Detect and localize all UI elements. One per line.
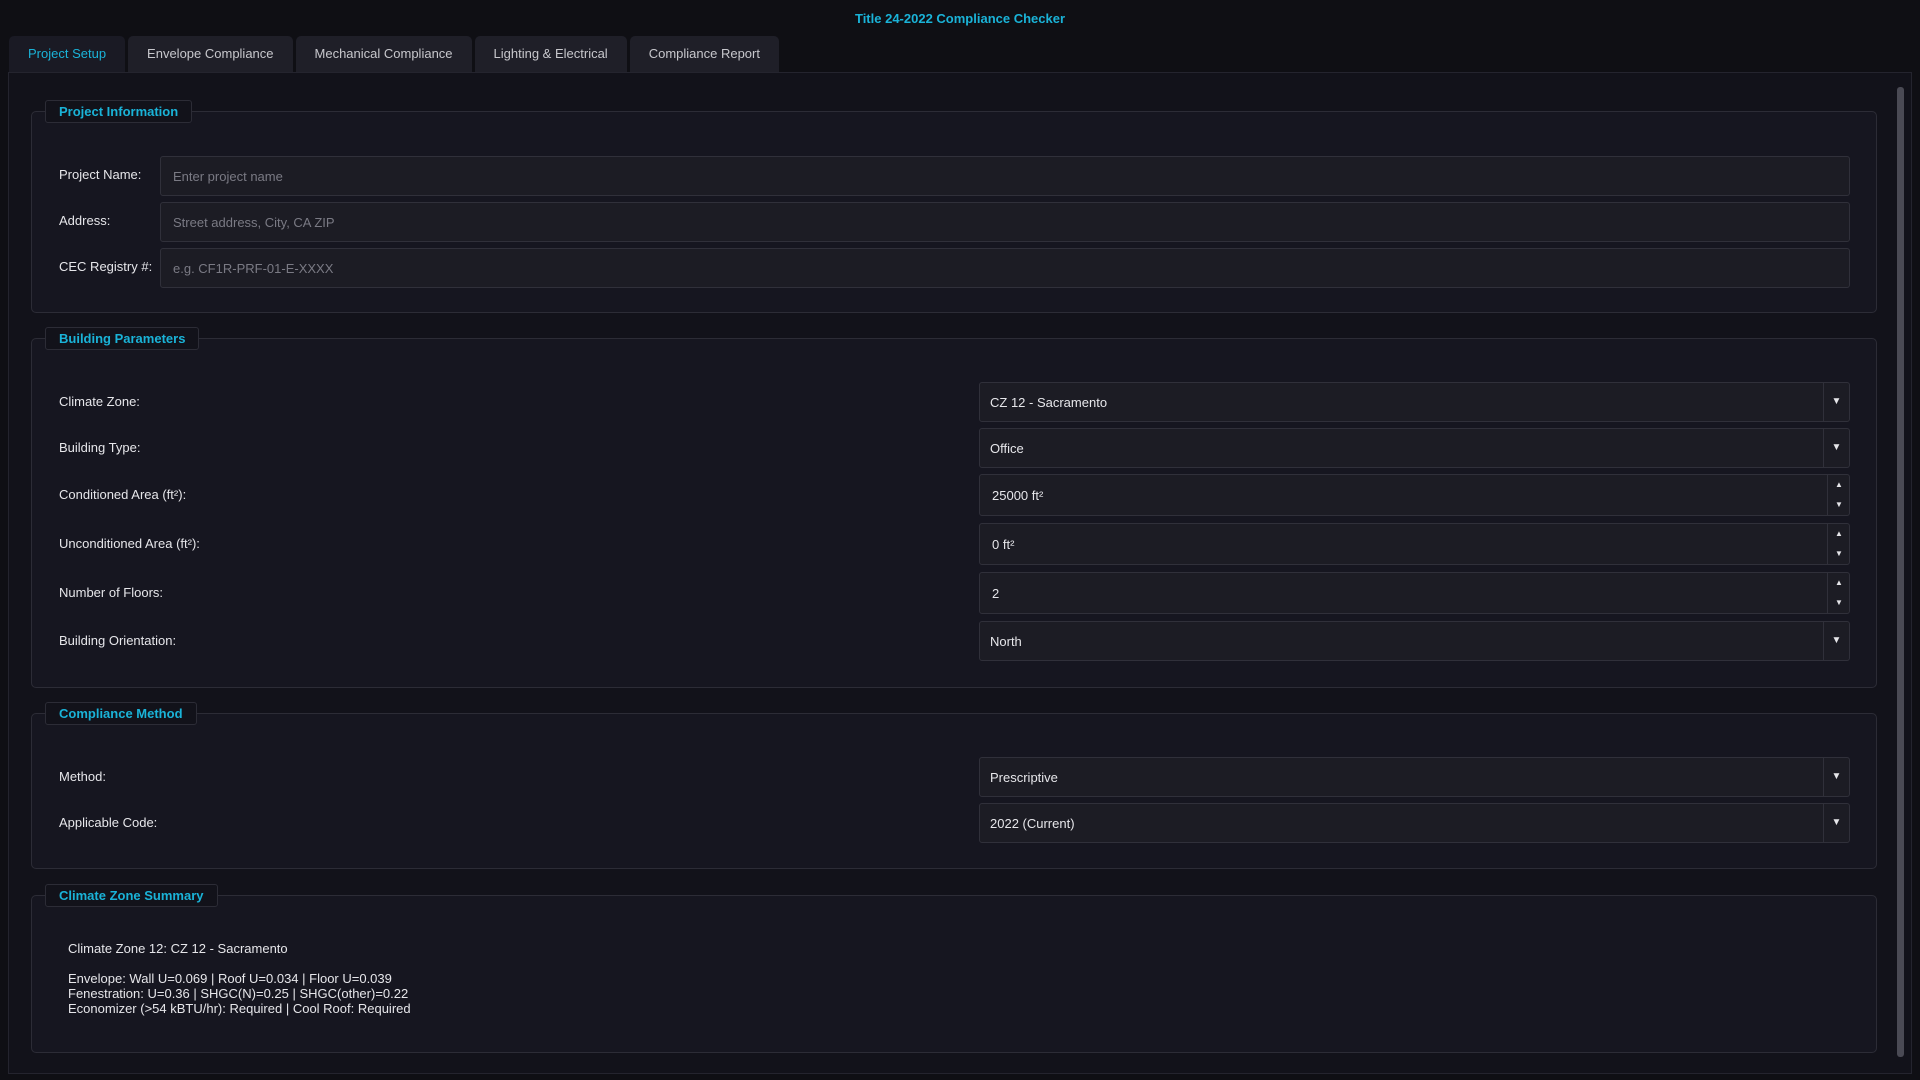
tab-envelope-compliance[interactable]: Envelope Compliance	[128, 36, 293, 72]
unconditioned-area-spinbox[interactable]: 0 ft² ▲ ▼	[979, 523, 1850, 565]
tab-bar: Project Setup Envelope Compliance Mechan…	[9, 36, 779, 72]
summary-envelope-line: Envelope: Wall U=0.069 | Roof U=0.034 | …	[68, 971, 392, 986]
group-title-compliance-method: Compliance Method	[45, 702, 197, 725]
climate-zone-value: CZ 12 - Sacramento	[990, 395, 1108, 410]
conditioned-area-spinbox[interactable]: 25000 ft² ▲ ▼	[979, 474, 1850, 516]
summary-fenestration-line: Fenestration: U=0.36 | SHGC(N)=0.25 | SH…	[68, 986, 409, 1001]
chevron-down-icon[interactable]: ▼	[1823, 622, 1849, 660]
summary-economizer-line: Economizer (>54 kBTU/hr): Required | Coo…	[68, 1001, 411, 1016]
cec-registry-label: CEC Registry #:	[59, 259, 153, 274]
method-label: Method:	[59, 769, 106, 784]
applicable-code-select[interactable]: 2022 (Current) ▼	[979, 803, 1850, 843]
tab-lighting-electrical[interactable]: Lighting & Electrical	[474, 36, 627, 72]
decrement-arrow-icon[interactable]: ▼	[1828, 593, 1850, 613]
group-title-project-information: Project Information	[45, 100, 193, 123]
group-title-building-parameters: Building Parameters	[45, 327, 200, 350]
unconditioned-area-label: Unconditioned Area (ft²):	[59, 536, 200, 551]
conditioned-area-value: 25000 ft²	[992, 488, 1044, 503]
chevron-down-icon[interactable]: ▼	[1823, 383, 1849, 421]
climate-zone-summary-group: Climate Zone Summary Climate Zone 12: CZ…	[31, 884, 1877, 1053]
method-value: Prescriptive	[990, 770, 1058, 785]
spin-buttons: ▲ ▼	[1827, 475, 1849, 515]
number-of-floors-label: Number of Floors:	[59, 585, 164, 600]
cec-registry-input[interactable]	[160, 248, 1850, 288]
address-label: Address:	[59, 213, 111, 228]
chevron-down-icon[interactable]: ▼	[1823, 804, 1849, 842]
chevron-down-icon[interactable]: ▼	[1823, 758, 1849, 796]
increment-arrow-icon[interactable]: ▲	[1828, 573, 1850, 593]
tab-mechanical-compliance[interactable]: Mechanical Compliance	[295, 36, 472, 72]
group-title-climate-zone-summary: Climate Zone Summary	[45, 884, 218, 907]
conditioned-area-label: Conditioned Area (ft²):	[59, 487, 187, 502]
spin-buttons: ▲ ▼	[1827, 573, 1849, 613]
app-title: Title 24-2022 Compliance Checker	[854, 11, 1066, 26]
climate-zone-select[interactable]: CZ 12 - Sacramento ▼	[979, 382, 1850, 422]
app-window: Title 24-2022 Compliance Checker Project…	[0, 0, 1920, 1080]
increment-arrow-icon[interactable]: ▲	[1828, 524, 1850, 544]
method-select[interactable]: Prescriptive ▼	[979, 757, 1850, 797]
chevron-down-icon[interactable]: ▼	[1823, 429, 1849, 467]
building-orientation-select[interactable]: North ▼	[979, 621, 1850, 661]
unconditioned-area-value: 0 ft²	[992, 537, 1015, 552]
building-orientation-label: Building Orientation:	[59, 633, 177, 648]
project-information-group: Project Information Project Name: Addres…	[31, 100, 1877, 313]
address-input[interactable]	[160, 202, 1850, 242]
climate-zone-label: Climate Zone:	[59, 394, 140, 409]
number-of-floors-value: 2	[992, 586, 1000, 601]
building-parameters-group: Building Parameters Climate Zone: CZ 12 …	[31, 327, 1877, 688]
summary-heading: Climate Zone 12: CZ 12 - Sacramento	[68, 941, 288, 956]
building-type-value: Office	[990, 441, 1024, 456]
building-orientation-value: North	[990, 634, 1022, 649]
project-name-input[interactable]	[160, 156, 1850, 196]
scrollbar-thumb[interactable]	[1897, 87, 1904, 1057]
compliance-method-group: Compliance Method Method: Prescriptive ▼…	[31, 702, 1877, 869]
project-name-label: Project Name:	[59, 167, 142, 182]
scroll-area: Project Information Project Name: Addres…	[9, 73, 1889, 1073]
decrement-arrow-icon[interactable]: ▼	[1828, 495, 1850, 515]
decrement-arrow-icon[interactable]: ▼	[1828, 544, 1850, 564]
number-of-floors-spinbox[interactable]: 2 ▲ ▼	[979, 572, 1850, 614]
spin-buttons: ▲ ▼	[1827, 524, 1849, 564]
building-type-select[interactable]: Office ▼	[979, 428, 1850, 468]
applicable-code-value: 2022 (Current)	[990, 816, 1075, 831]
tab-panel: Project Information Project Name: Addres…	[8, 72, 1912, 1074]
building-type-label: Building Type:	[59, 440, 141, 455]
tab-compliance-report[interactable]: Compliance Report	[629, 36, 779, 72]
tab-project-setup[interactable]: Project Setup	[9, 36, 126, 72]
increment-arrow-icon[interactable]: ▲	[1828, 475, 1850, 495]
applicable-code-label: Applicable Code:	[59, 815, 158, 830]
vertical-scrollbar[interactable]	[1895, 87, 1905, 1057]
